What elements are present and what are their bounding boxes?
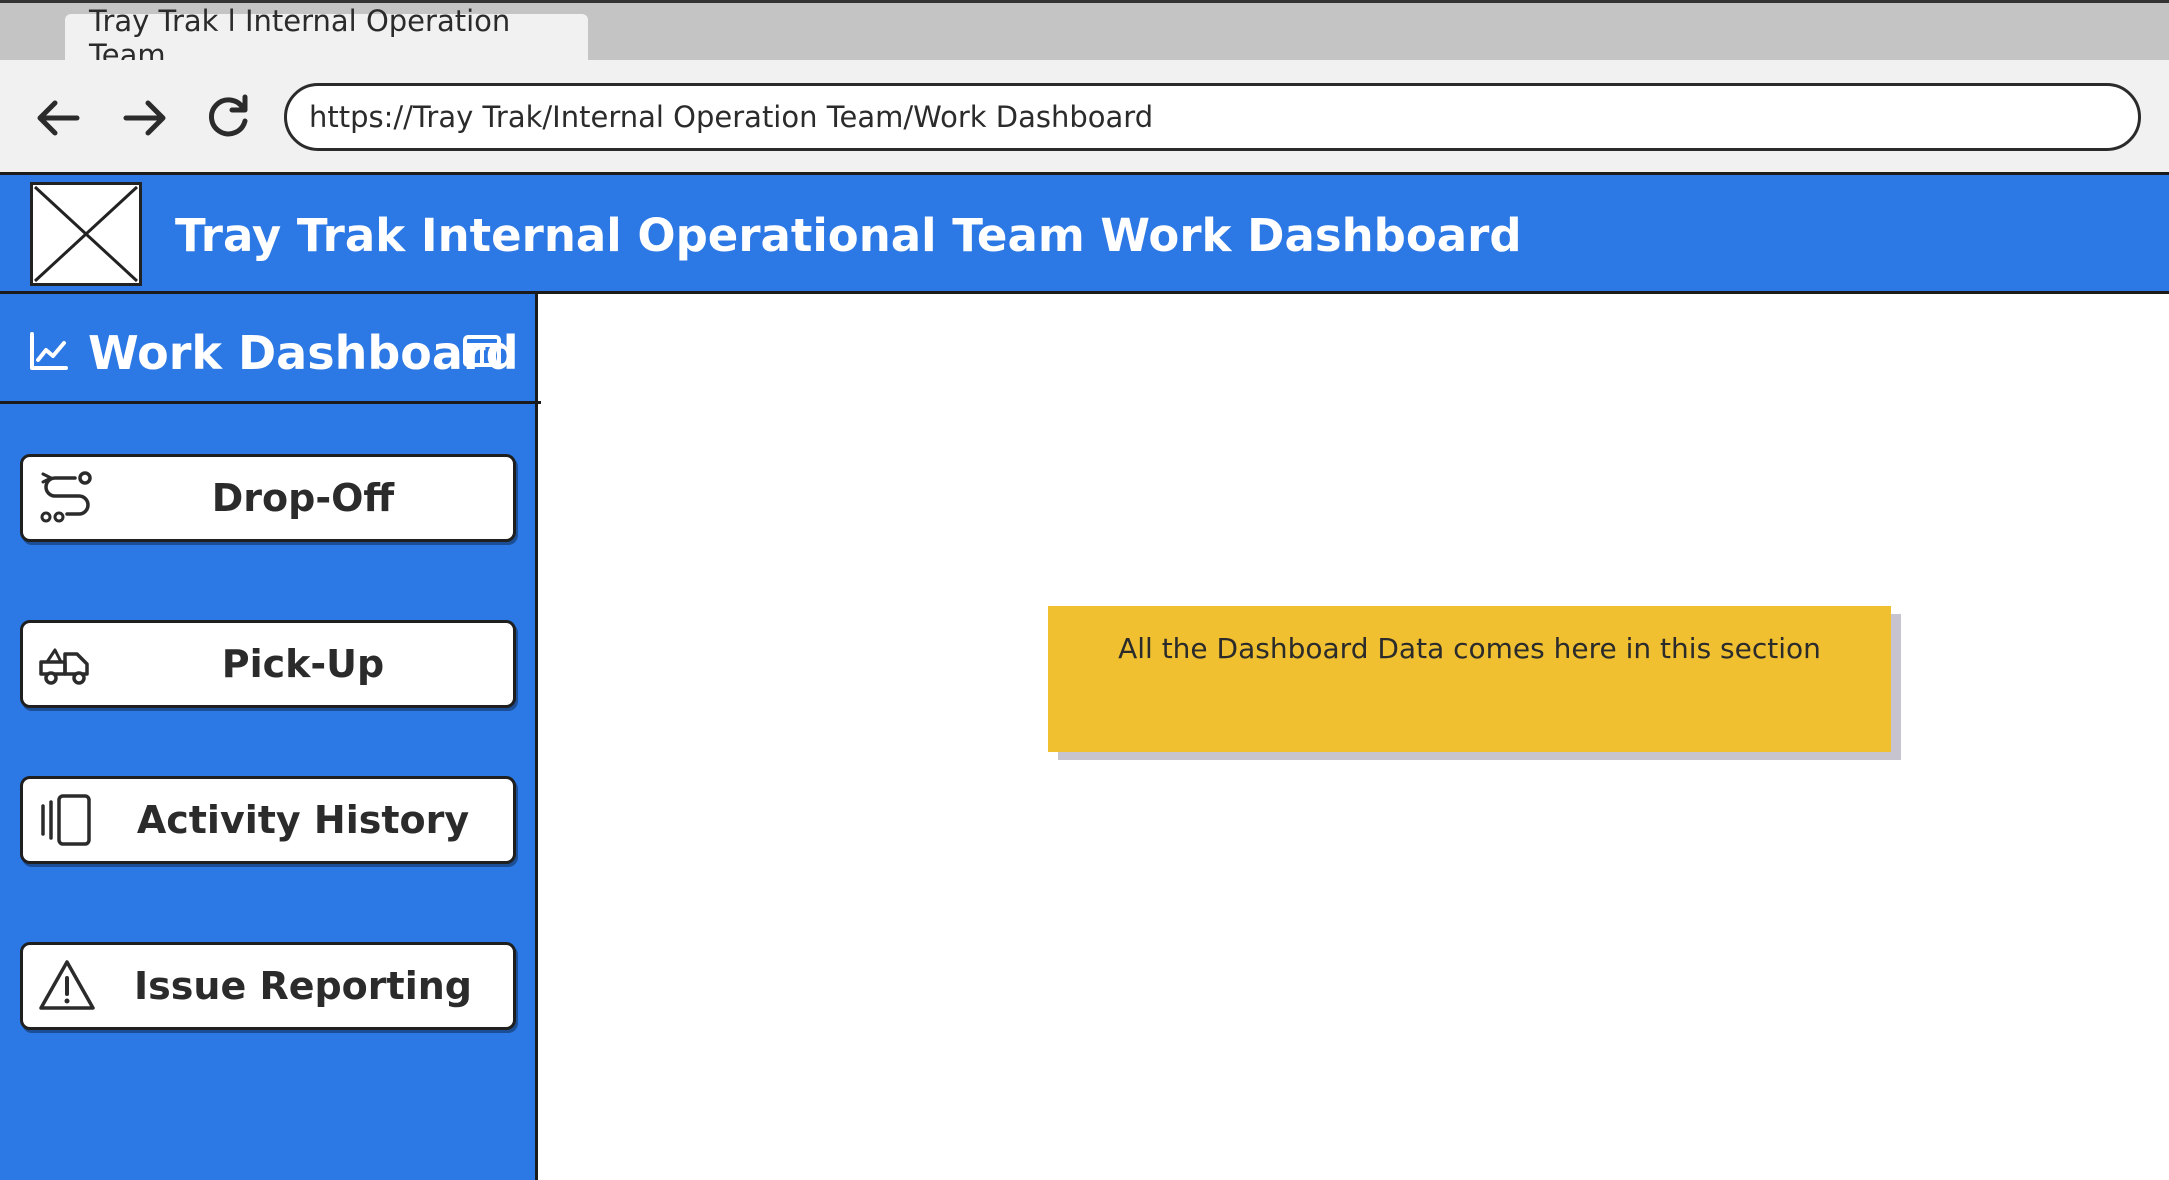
arrow-left-icon bbox=[37, 100, 80, 136]
activity-history-button[interactable]: Activity History bbox=[20, 776, 516, 864]
issue-reporting-button[interactable]: Issue Reporting bbox=[20, 942, 516, 1030]
history-icon bbox=[41, 794, 91, 846]
panel-layout-icon[interactable] bbox=[461, 330, 503, 372]
sidebar bbox=[0, 294, 538, 1180]
route-icon bbox=[40, 471, 92, 523]
warning-icon bbox=[39, 960, 95, 1010]
back-button[interactable] bbox=[28, 88, 88, 148]
reload-icon bbox=[209, 94, 248, 137]
sidebar-title: Work Dashboard bbox=[88, 326, 519, 380]
activity-history-label: Activity History bbox=[136, 798, 470, 842]
reload-button[interactable] bbox=[198, 88, 258, 148]
pick-up-label: Pick-Up bbox=[221, 642, 385, 686]
browser-tab[interactable]: Tray Trak l Internal Operation Team bbox=[65, 4, 588, 72]
truck-icon bbox=[39, 648, 89, 685]
address-bar[interactable]: https://Tray Trak/Internal Operation Tea… bbox=[284, 83, 2141, 151]
drop-off-button[interactable]: Drop-Off bbox=[20, 454, 516, 542]
drop-off-label: Drop-Off bbox=[211, 476, 395, 520]
placeholder-text: All the Dashboard Data comes here in thi… bbox=[1118, 632, 1821, 665]
image-placeholder-icon bbox=[33, 185, 139, 283]
line-chart-icon bbox=[30, 332, 68, 370]
logo-placeholder bbox=[30, 182, 142, 286]
url-text: https://Tray Trak/Internal Operation Tea… bbox=[309, 100, 1154, 134]
arrow-right-icon bbox=[123, 100, 166, 136]
page-title: Tray Trak Internal Operational Team Work… bbox=[175, 209, 1522, 262]
forward-button[interactable] bbox=[115, 88, 175, 148]
pick-up-button[interactable]: Pick-Up bbox=[20, 620, 516, 708]
dashboard-data-placeholder: All the Dashboard Data comes here in thi… bbox=[1048, 606, 1891, 752]
issue-reporting-label: Issue Reporting bbox=[134, 964, 472, 1008]
